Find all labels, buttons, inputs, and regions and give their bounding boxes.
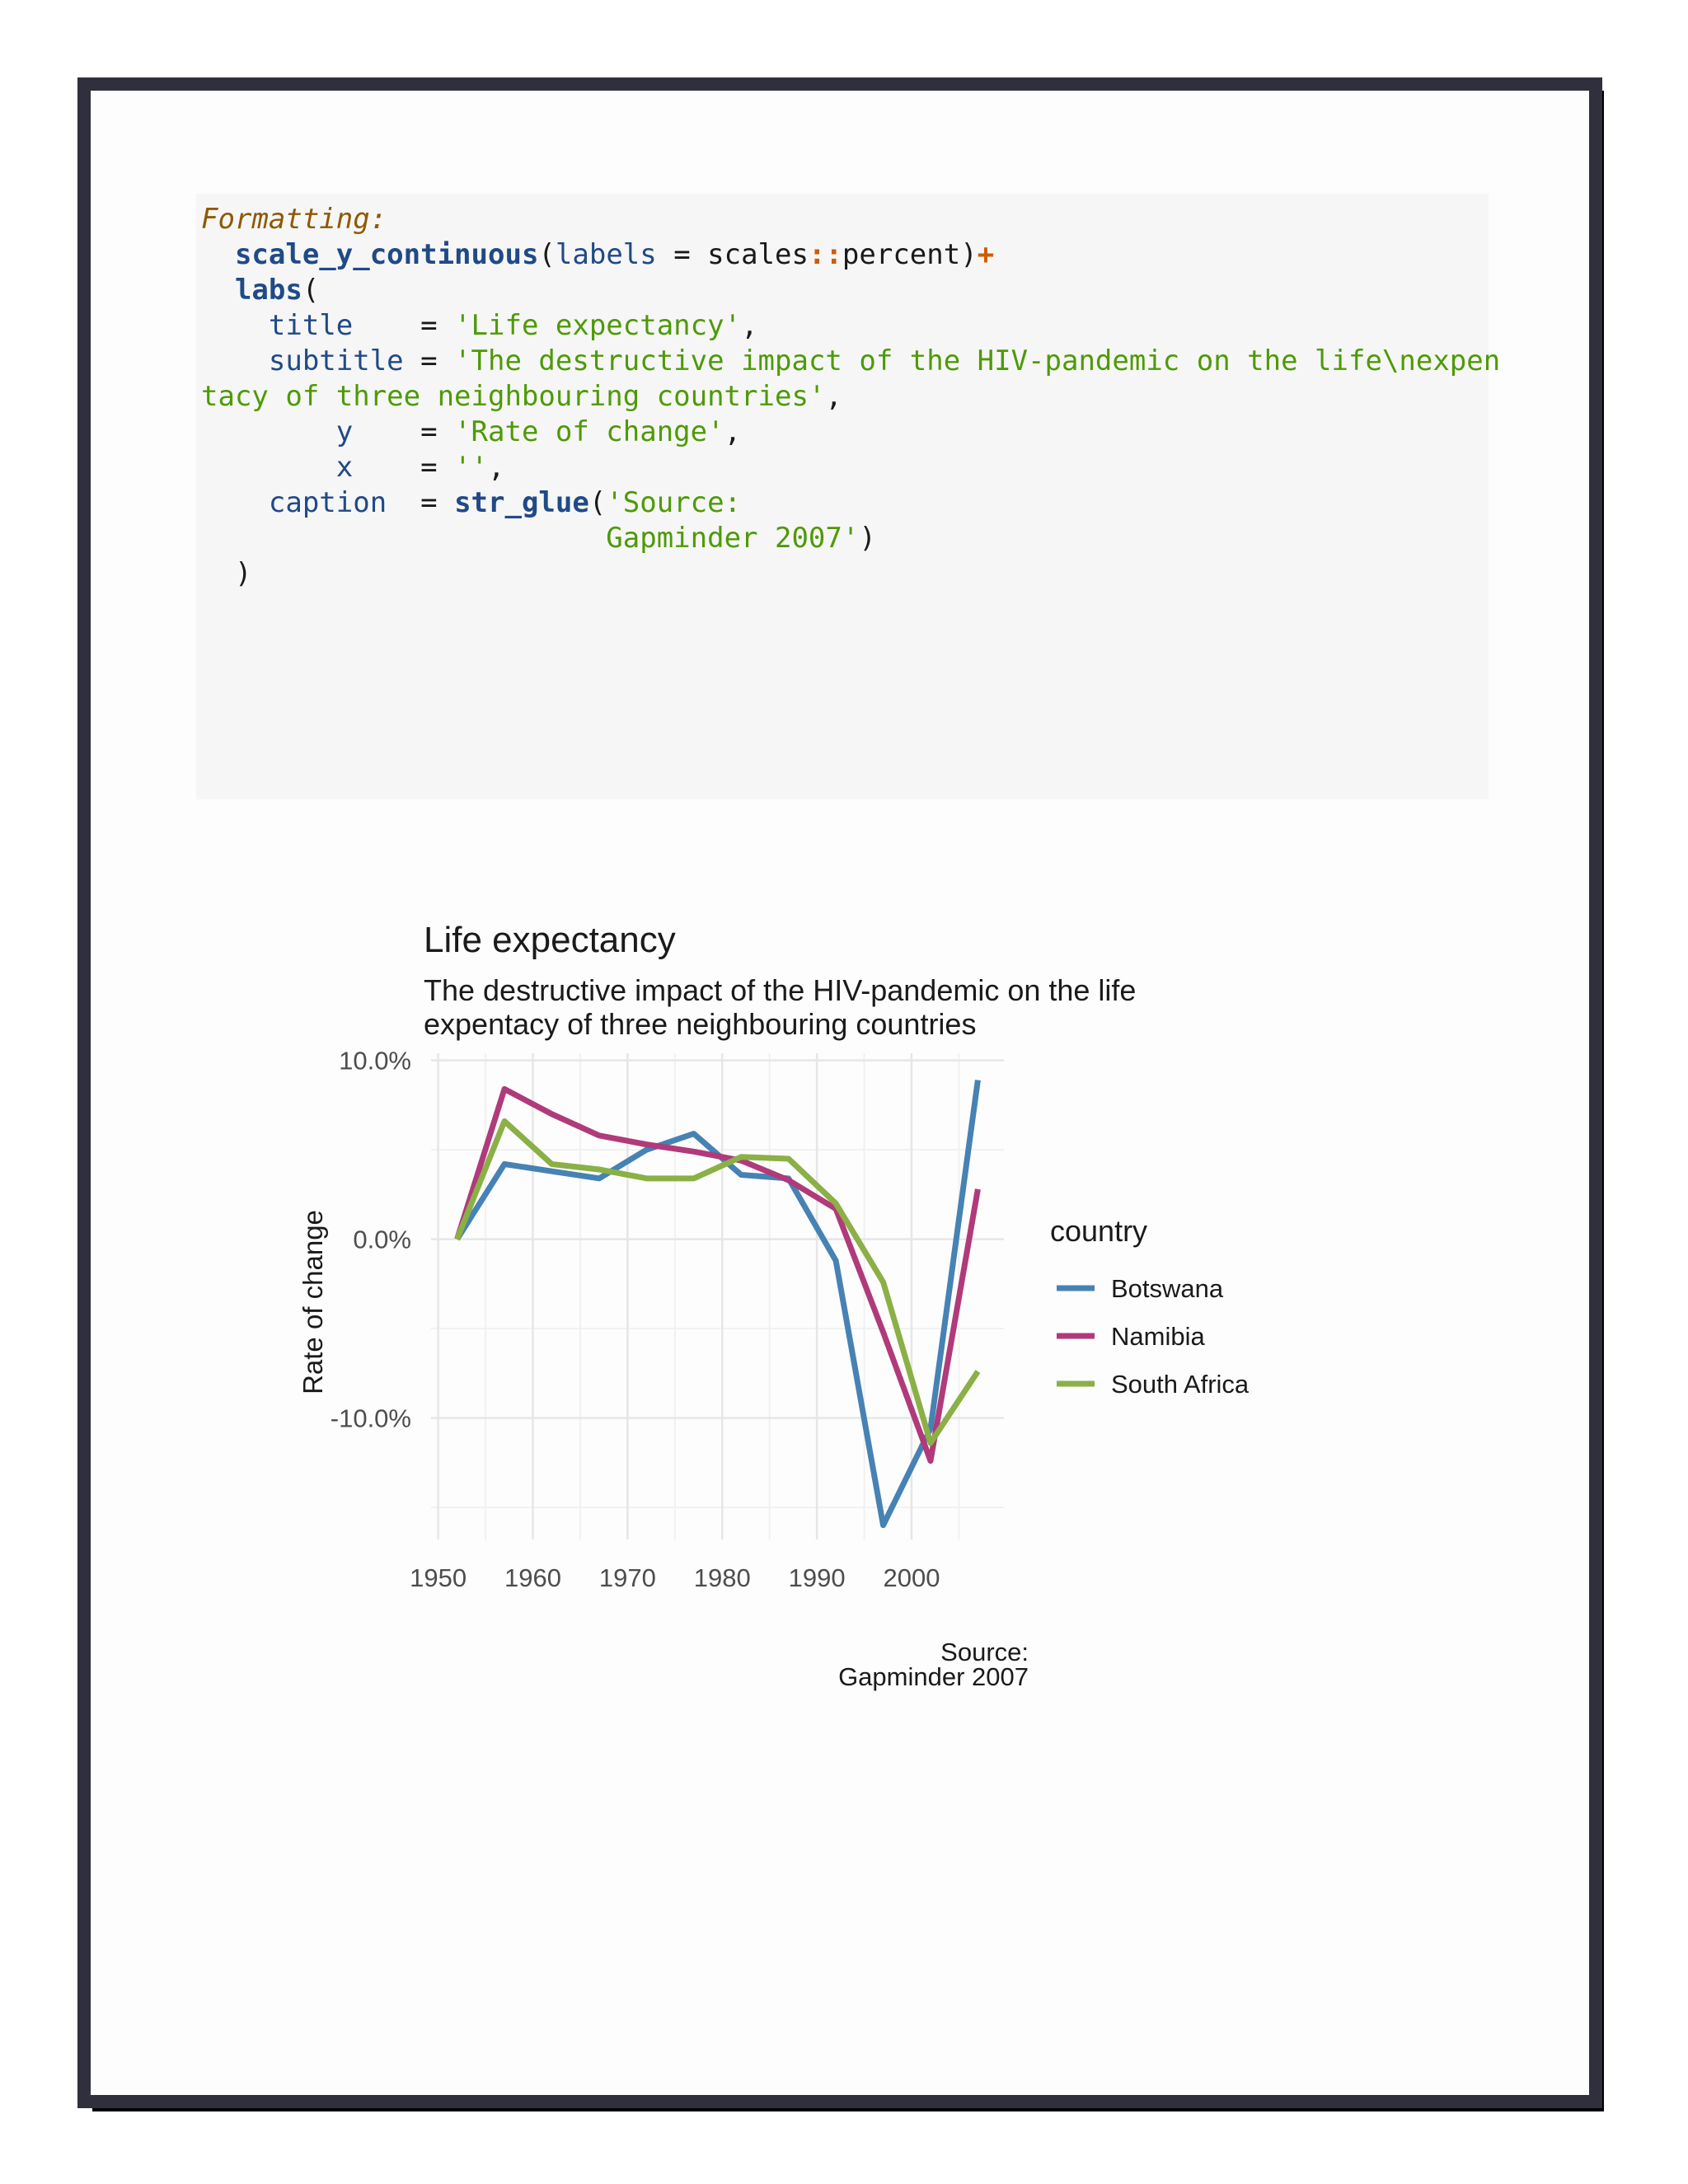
- code-text: =: [353, 451, 455, 484]
- chart-title: Life expectancy: [424, 920, 676, 960]
- code-string: 'Rate of change': [454, 415, 724, 448]
- code-argument: x: [335, 451, 354, 484]
- code-line: Gapminder 2007'): [201, 521, 876, 556]
- code-line: scale_y_continuous(labels = scales::perc…: [201, 237, 994, 273]
- series-layer: [454, 1080, 981, 1529]
- chart-caption-line-2: Gapminder 2007: [838, 1662, 1029, 1691]
- legend-title: country: [1050, 1214, 1147, 1248]
- grid-layer: [431, 1053, 1004, 1540]
- document-page: Formatting: scale_y_continuous(labels = …: [77, 77, 1602, 2108]
- x-tick-label: 1950: [410, 1563, 467, 1592]
- code-string: 'Life expectancy': [454, 309, 742, 342]
- code-text: =: [353, 415, 455, 448]
- y-tick-label: -10.0%: [331, 1404, 411, 1433]
- code-argument: y: [335, 415, 354, 448]
- code-text: ,: [741, 309, 758, 342]
- x-tick-label: 1960: [504, 1563, 561, 1592]
- code-block: Formatting: scale_y_continuous(labels = …: [196, 194, 1500, 799]
- chart-svg: 1950 1960 1970 1980 1990 2000-10.0%0.0%10.0% …: [298, 920, 1250, 1691]
- code-line: ): [201, 556, 251, 592]
- code-string: Gapminder 2007': [606, 522, 860, 555]
- code-line: subtitle = 'The destructive impact of th…: [201, 344, 1500, 379]
- code-string: 'Source:: [606, 486, 742, 519]
- code-text: (: [588, 486, 607, 519]
- chart-subtitle-line-1: The destructive impact of the HIV-pandem…: [424, 973, 1136, 1007]
- x-tick-label: 1990: [789, 1563, 846, 1592]
- code-argument: caption: [268, 486, 387, 519]
- y-tick-label: 10.0%: [339, 1047, 411, 1076]
- code-line: labs(: [201, 273, 319, 308]
- code-string: '': [454, 451, 489, 484]
- legend-label: Namibia: [1111, 1322, 1205, 1351]
- code-text: ,: [825, 380, 842, 413]
- y-axis-label: Rate of change: [298, 1210, 328, 1394]
- code-line: title = 'Life expectancy',: [201, 308, 758, 344]
- code-line: Formatting:: [201, 202, 387, 237]
- line-chart: 1950 1960 1970 1980 1990 2000 -10.0% 0.0% 10.0% …: [196, 907, 1350, 1714]
- code-line: x = '',: [201, 450, 505, 485]
- code-text: ): [859, 522, 876, 555]
- legend-layer: country Botswana Namibia South Africa: [1050, 1214, 1250, 1399]
- x-tick-label: 1980: [694, 1563, 751, 1592]
- x-tick-label: 2000: [884, 1563, 940, 1592]
- series-line-namibia: [454, 1085, 981, 1465]
- code-text: =: [403, 344, 455, 377]
- code-function: str_glue: [454, 486, 589, 519]
- code-text: ): [234, 557, 252, 590]
- code-operator: +: [977, 238, 995, 271]
- code-line: caption = str_glue('Source:: [201, 485, 741, 521]
- code-argument: labels: [555, 238, 657, 271]
- code-argument: title: [268, 309, 354, 342]
- code-text: (: [302, 274, 320, 307]
- code-operator: ::: [808, 238, 842, 271]
- code-text: (: [538, 238, 556, 271]
- code-string: 'The destructive impact of the HIV-pande…: [454, 344, 1501, 377]
- code-text: ,: [724, 415, 742, 448]
- code-function: scale_y_continuous: [234, 238, 539, 271]
- code-argument: subtitle: [268, 344, 404, 377]
- code-string: tacy of three neighbouring countries': [201, 380, 826, 413]
- code-text: =: [387, 486, 455, 519]
- code-function: labs: [234, 274, 302, 307]
- code-line: y = 'Rate of change',: [201, 415, 741, 450]
- code-line: tacy of three neighbouring countries',: [201, 379, 842, 415]
- legend-label: Botswana: [1111, 1274, 1224, 1303]
- code-text: = scales: [656, 238, 809, 271]
- code-comment: Formatting:: [201, 203, 387, 236]
- x-tick-label: 1970: [599, 1563, 656, 1592]
- legend-label: South Africa: [1111, 1370, 1250, 1399]
- code-text: =: [353, 309, 455, 342]
- chart-subtitle-line-2: expentacy of three neighbouring countrie…: [424, 1007, 976, 1041]
- y-tick-label: 0.0%: [353, 1226, 411, 1254]
- code-text: ,: [488, 451, 505, 484]
- code-text: percent): [842, 238, 978, 271]
